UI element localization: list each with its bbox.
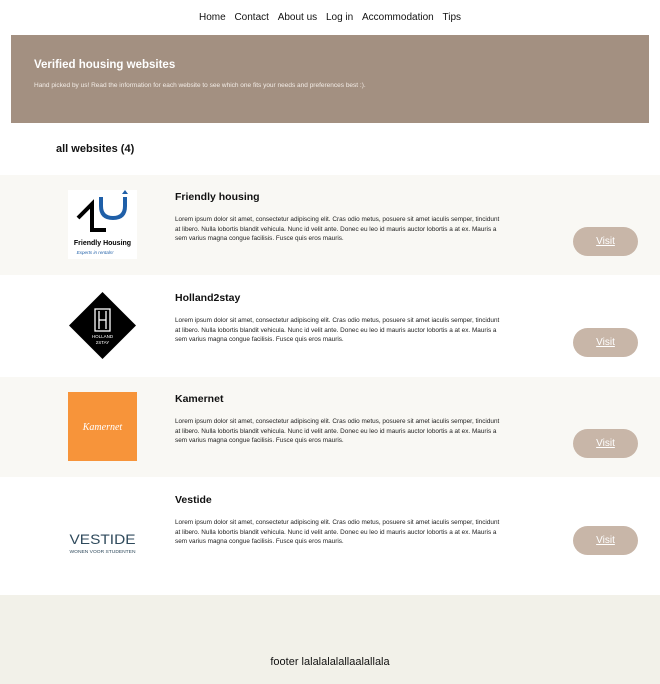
logo-text: Kamernet <box>82 422 123 433</box>
logo-text-2: 2STAY <box>96 340 110 345</box>
vestide-logo: VESTIDE WONEN VOOR STUDENTEN <box>68 506 137 575</box>
kamernet-logo: Kamernet <box>68 392 137 461</box>
hero-subtitle: Hand picked by us! Read the information … <box>34 82 366 89</box>
nav-about-link[interactable]: About us <box>278 12 317 23</box>
logo-text: HOLLAND <box>92 334 114 339</box>
visit-button[interactable]: Visit <box>573 429 638 458</box>
list-item: Kamernet Kamernet Lorem ipsum dolor sit … <box>0 377 660 477</box>
list-item: HOLLAND 2STAY Holland2stay Lorem ipsum d… <box>0 275 660 377</box>
holland2stay-logo: HOLLAND 2STAY <box>68 291 137 360</box>
site-description: Lorem ipsum dolor sit amet, consectetur … <box>175 418 500 445</box>
logo-tagline: Experts in rentals! <box>77 250 114 255</box>
friendly-housing-logo: Friendly Housing Experts in rentals! <box>68 190 137 259</box>
nav-login-link[interactable]: Log in <box>326 12 353 23</box>
visit-button[interactable]: Visit <box>573 526 638 555</box>
visit-button[interactable]: Visit <box>573 328 638 357</box>
footer: footer lalalalalallaalallala <box>0 595 660 684</box>
hero-title: Verified housing websites <box>34 59 176 71</box>
list-item: VESTIDE WONEN VOOR STUDENTEN Vestide Lor… <box>0 477 660 595</box>
footer-text: footer lalalalalallaalallala <box>270 656 390 668</box>
nav-contact-link[interactable]: Contact <box>234 12 268 23</box>
hero-banner: Verified housing websites Hand picked by… <box>11 35 649 123</box>
nav-home-link[interactable]: Home <box>199 12 226 23</box>
list-item: Friendly Housing Experts in rentals! Fri… <box>0 175 660 275</box>
site-name: Holland2stay <box>175 292 241 304</box>
visit-button[interactable]: Visit <box>573 227 638 256</box>
site-description: Lorem ipsum dolor sit amet, consectetur … <box>175 519 500 546</box>
nav-accommodation-link[interactable]: Accommodation <box>362 12 434 23</box>
site-name: Kamernet <box>175 393 224 405</box>
logo-text: VESTIDE <box>70 531 136 547</box>
site-description: Lorem ipsum dolor sit amet, consectetur … <box>175 216 500 243</box>
site-description: Lorem ipsum dolor sit amet, consectetur … <box>175 317 500 344</box>
logo-tagline: WONEN VOOR STUDENTEN <box>70 549 137 555</box>
main-nav: Home Contact About us Log in Accommodati… <box>0 12 660 23</box>
logo-text: Friendly Housing <box>74 240 131 247</box>
nav-tips-link[interactable]: Tips <box>442 12 461 23</box>
websites-count-heading: all websites (4) <box>56 143 135 155</box>
site-name: Friendly housing <box>175 191 260 203</box>
site-name: Vestide <box>175 494 212 506</box>
